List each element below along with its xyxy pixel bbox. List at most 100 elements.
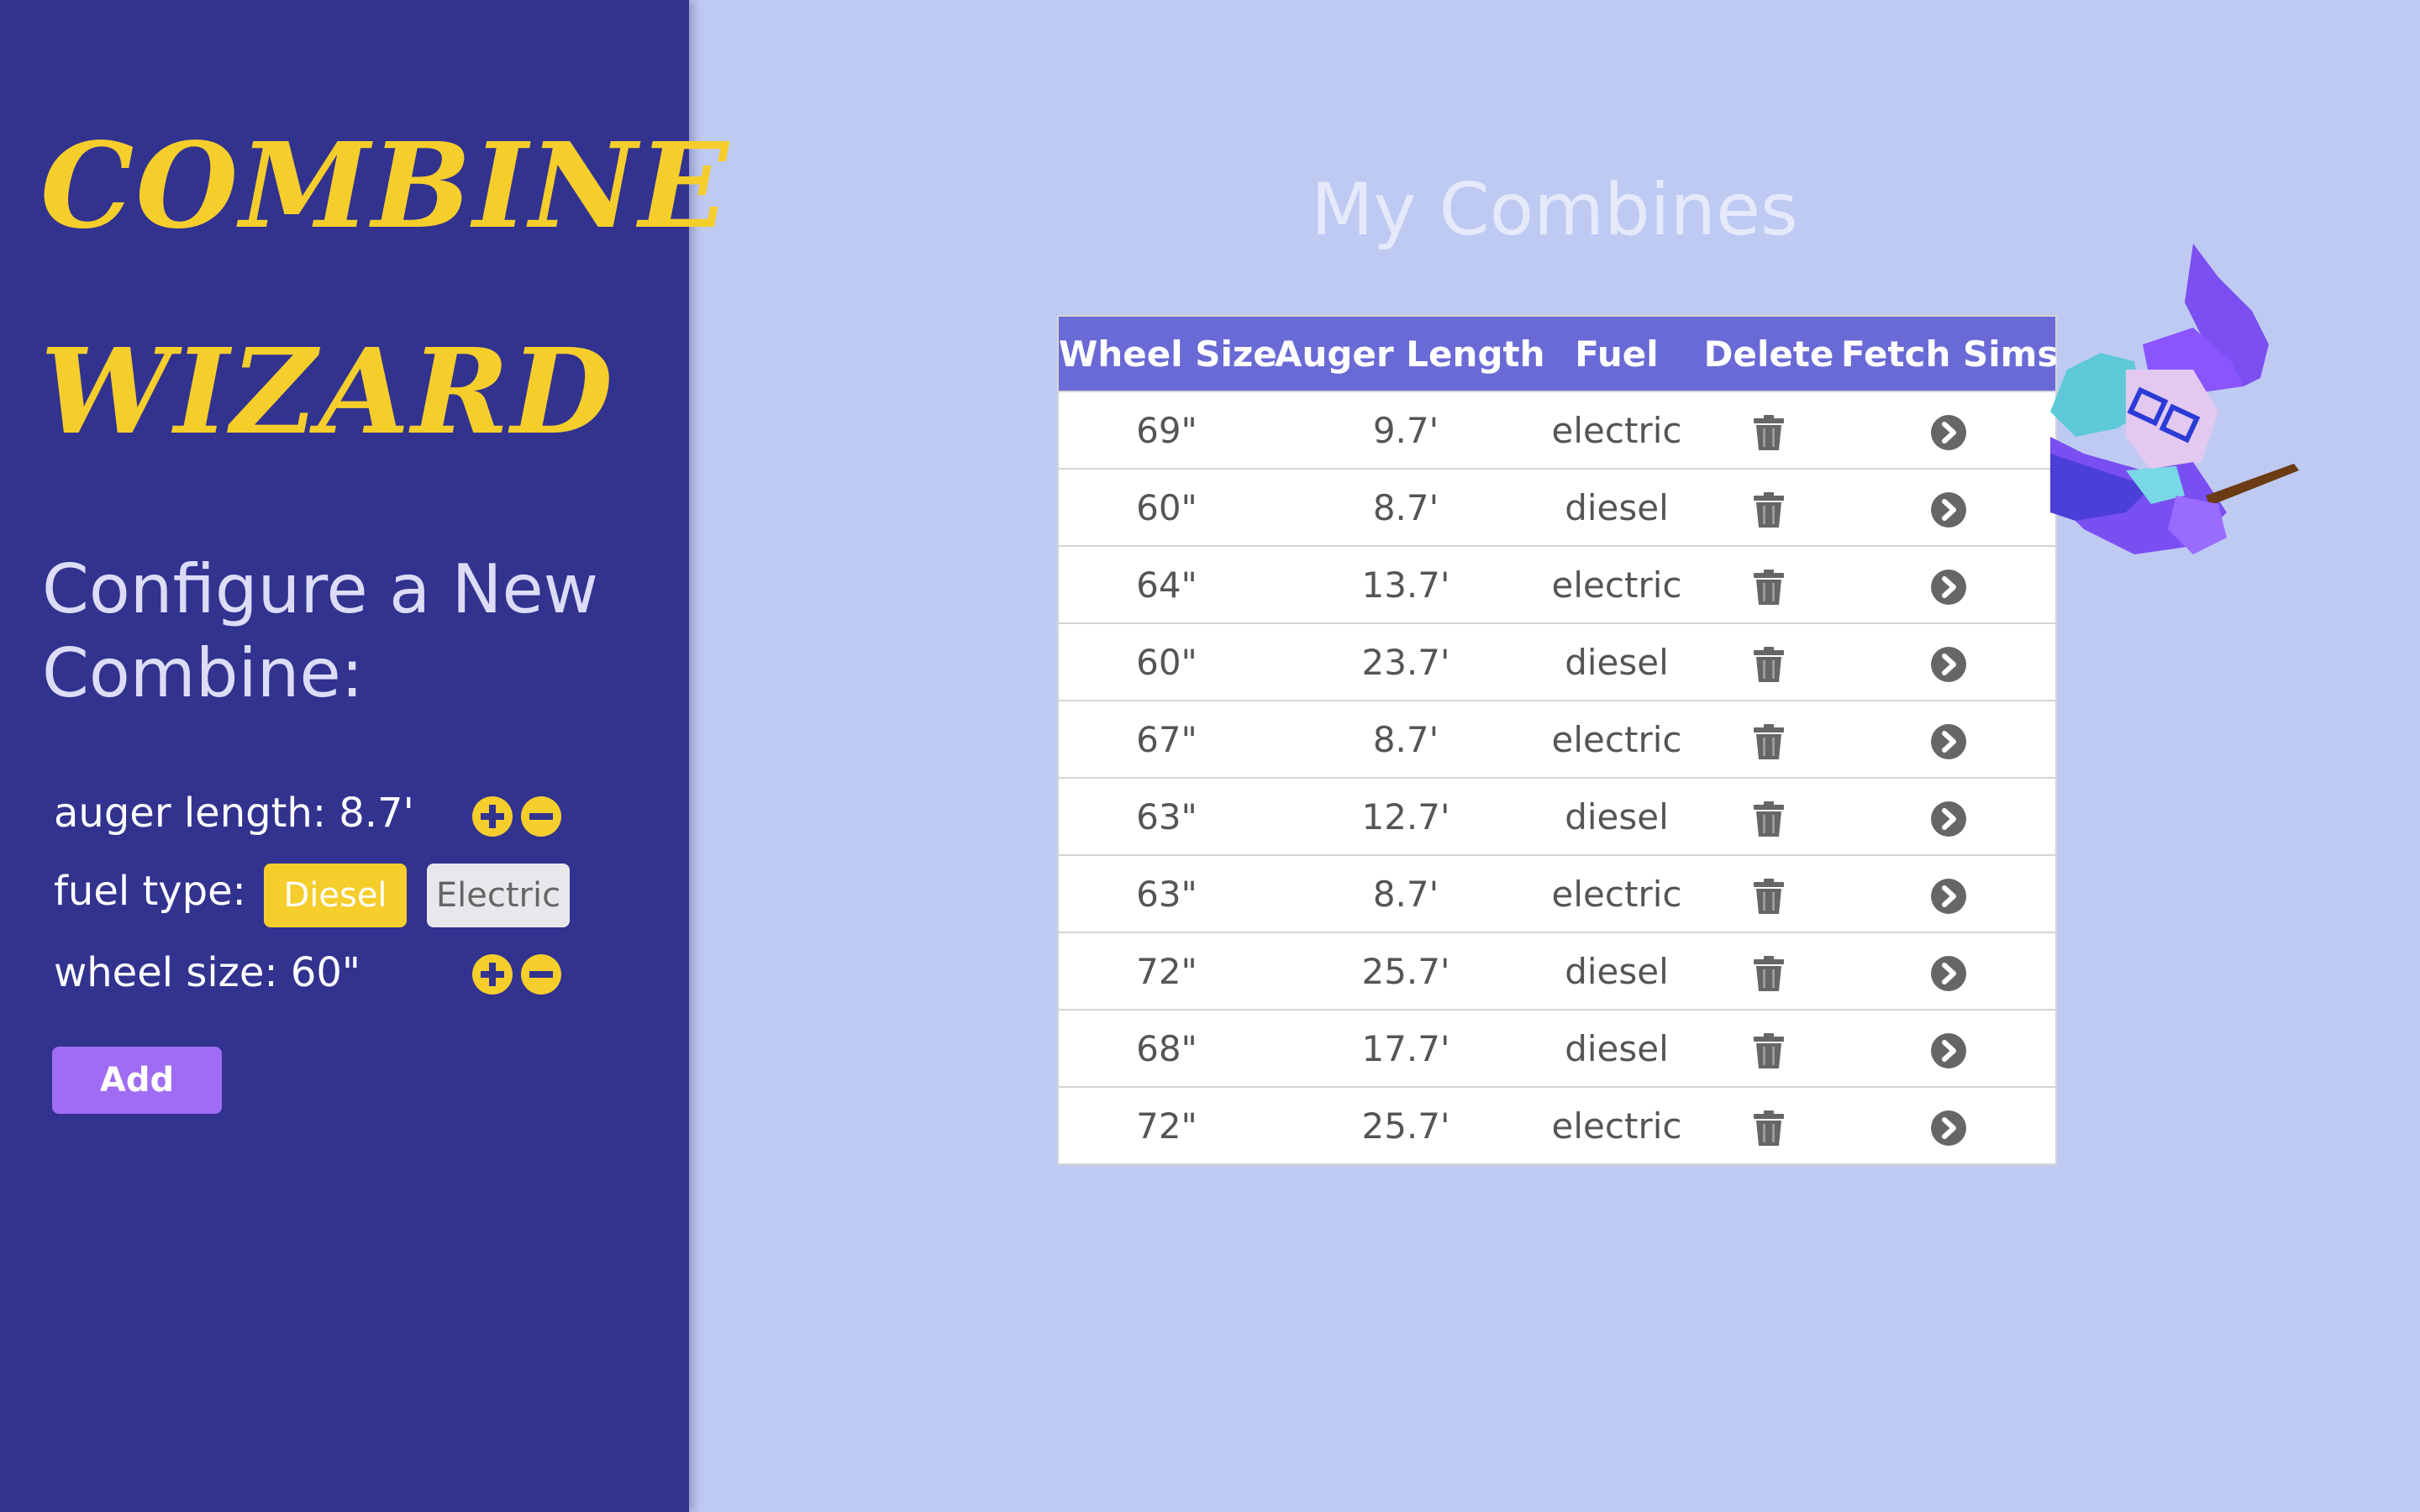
delete-row-button[interactable] (1754, 564, 1784, 606)
chevron-right-circle-icon (1930, 801, 1966, 837)
table-row: 72" 25.7' electric (1058, 1086, 2056, 1164)
trash-icon (1754, 1110, 1784, 1146)
cell-wheel-size: 63" (1058, 854, 1275, 932)
cell-auger-length: 12.7' (1275, 777, 1537, 855)
cell-fetch-sims (1841, 854, 2056, 932)
fetch-sims-button[interactable] (1930, 487, 1966, 528)
auger-decrement-button[interactable] (521, 796, 561, 837)
cell-fetch-sims (1841, 777, 2056, 855)
cell-fetch-sims (1841, 622, 2056, 701)
delete-row-button[interactable] (1754, 487, 1784, 528)
cell-delete (1697, 391, 1841, 469)
fetch-sims-button[interactable] (1930, 874, 1966, 915)
cell-auger-length: 8.7' (1275, 468, 1537, 546)
chevron-right-circle-icon (1930, 1110, 1966, 1146)
fetch-sims-button[interactable] (1930, 564, 1966, 606)
cell-delete (1697, 468, 1841, 546)
cell-auger-length: 9.7' (1275, 391, 1537, 469)
cell-delete (1697, 854, 1841, 932)
auger-length-label: auger length: 8.7' (54, 790, 414, 837)
cell-fetch-sims (1841, 1009, 2056, 1087)
add-combine-button[interactable]: Add (52, 1047, 222, 1114)
cell-fetch-sims (1841, 545, 2056, 623)
cell-wheel-size: 68" (1058, 1009, 1275, 1087)
fetch-sims-button[interactable] (1930, 642, 1966, 683)
cell-auger-length: 8.7' (1275, 854, 1537, 932)
fetch-sims-button[interactable] (1930, 1028, 1966, 1069)
table-row: 72" 25.7' diesel (1058, 932, 2056, 1010)
cell-fuel: diesel (1537, 622, 1697, 701)
wheel-size-label: wheel size: 60" (54, 949, 360, 996)
wheel-decrement-button[interactable] (521, 954, 561, 995)
chevron-right-circle-icon (1930, 879, 1966, 914)
fetch-sims-button[interactable] (1930, 796, 1966, 837)
chevron-right-circle-icon (1930, 570, 1966, 605)
fetch-sims-button[interactable] (1930, 719, 1966, 760)
column-header-fuel: Fuel (1537, 316, 1697, 391)
brand-title-line1: Combine (40, 118, 730, 255)
wizard-mascot-image (2050, 244, 2299, 554)
cell-fetch-sims (1841, 468, 2056, 546)
page-title: My Combines (1311, 168, 1798, 252)
delete-row-button[interactable] (1754, 1105, 1784, 1147)
chevron-right-circle-icon (1930, 1033, 1966, 1068)
cell-wheel-size: 60" (1058, 622, 1275, 701)
delete-row-button[interactable] (1754, 1028, 1784, 1069)
chevron-right-circle-icon (1930, 415, 1966, 450)
cell-wheel-size: 72" (1058, 932, 1275, 1010)
cell-fetch-sims (1841, 700, 2056, 778)
cell-fuel: electric (1537, 854, 1697, 932)
delete-row-button[interactable] (1754, 951, 1784, 992)
chevron-right-circle-icon (1930, 492, 1966, 528)
delete-row-button[interactable] (1754, 719, 1784, 760)
auger-increment-button[interactable] (472, 796, 513, 837)
cell-auger-length: 17.7' (1275, 1009, 1537, 1087)
cell-wheel-size: 72" (1058, 1086, 1275, 1164)
cell-delete (1697, 1086, 1841, 1164)
cell-delete (1697, 777, 1841, 855)
trash-icon (1754, 647, 1784, 682)
trash-icon (1754, 956, 1784, 991)
cell-auger-length: 8.7' (1275, 700, 1537, 778)
wheel-increment-button[interactable] (472, 954, 513, 995)
cell-auger-length: 25.7' (1275, 932, 1537, 1010)
cell-fuel: diesel (1537, 777, 1697, 855)
column-header-wheel-size: Wheel Size (1058, 316, 1277, 391)
cell-delete (1697, 622, 1841, 701)
chevron-right-circle-icon (1930, 647, 1966, 682)
fetch-sims-button[interactable] (1930, 951, 1966, 992)
trash-icon (1754, 879, 1784, 914)
table-row: 67" 8.7' electric (1058, 700, 2056, 778)
cell-fetch-sims (1841, 932, 2056, 1010)
chevron-right-circle-icon (1930, 956, 1966, 991)
fetch-sims-button[interactable] (1930, 1105, 1966, 1147)
cell-wheel-size: 60" (1058, 468, 1275, 546)
cell-wheel-size: 67" (1058, 700, 1275, 778)
cell-wheel-size: 64" (1058, 545, 1275, 623)
table-row: 60" 23.7' diesel (1058, 622, 2056, 701)
column-header-delete: Delete (1697, 316, 1841, 391)
cell-auger-length: 23.7' (1275, 622, 1537, 701)
delete-row-button[interactable] (1754, 642, 1784, 683)
brand-title-line2: Wizard (40, 323, 615, 461)
trash-icon (1754, 724, 1784, 759)
fuel-diesel-button[interactable]: Diesel (264, 864, 407, 927)
fuel-type-label: fuel type: (54, 868, 246, 915)
cell-delete (1697, 700, 1841, 778)
chevron-right-circle-icon (1930, 724, 1966, 759)
trash-icon (1754, 1033, 1784, 1068)
column-header-fetch-sims: Fetch Sims (1841, 316, 2058, 391)
fuel-electric-button[interactable]: Electric (427, 864, 570, 927)
trash-icon (1754, 570, 1784, 605)
delete-row-button[interactable] (1754, 874, 1784, 915)
fetch-sims-button[interactable] (1930, 410, 1966, 451)
sidebar: Combine Wizard Configure a New Combine: … (0, 0, 729, 1512)
cell-wheel-size: 63" (1058, 777, 1275, 855)
combines-table-body: 69" 9.7' electric 60" 8.7' diesel 64" 13.7' elec… (1058, 391, 2056, 1164)
table-row: 68" 17.7' diesel (1058, 1009, 2056, 1087)
delete-row-button[interactable] (1754, 410, 1784, 451)
cell-fuel: diesel (1537, 468, 1697, 546)
cell-fetch-sims (1841, 1086, 2056, 1164)
plus-circle-icon (481, 963, 504, 986)
delete-row-button[interactable] (1754, 796, 1784, 837)
